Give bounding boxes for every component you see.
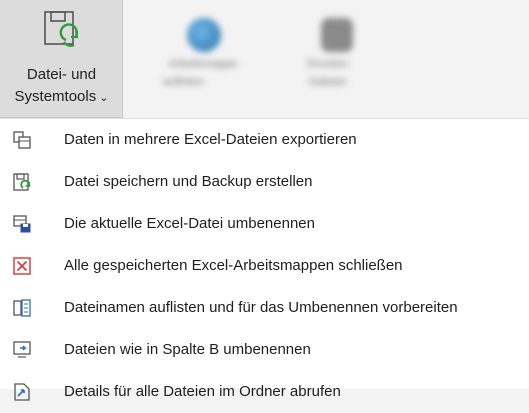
menu-item-label: Die aktuelle Excel-Datei umbenennen	[64, 215, 315, 232]
blurred-label-1b: auflisten	[163, 76, 204, 88]
menu-item-label: Details für alle Dateien im Ordner abruf…	[64, 383, 341, 400]
blurred-label-2a: Drucken	[307, 58, 348, 70]
save-refresh-icon	[44, 11, 79, 47]
print-icon	[321, 18, 353, 52]
menu-item-label: Daten in mehrere Excel-Dateien exportier…	[64, 131, 357, 148]
dropdown-menu: Daten in mehrere Excel-Dateien exportier…	[0, 118, 529, 401]
menu-item-rename-current[interactable]: Die aktuelle Excel-Datei umbenennen	[0, 203, 529, 245]
blurred-label-1a: Arbeitsmappe	[169, 58, 237, 70]
ribbon: Datei- und Systemtools ⌄ Arbeitsmappe auf…	[0, 0, 529, 118]
chevron-down-icon: ⌄	[99, 92, 109, 104]
menu-item-close-all[interactable]: Alle gespeicherten Excel-Arbeitsmappen s…	[0, 245, 529, 287]
blurred-ribbon-button-2[interactable]: Drucken Dateien	[285, 10, 395, 110]
button-label-line1: Datei- und	[26, 66, 97, 83]
rename-column-icon	[13, 341, 31, 358]
file-details-icon	[14, 383, 30, 401]
menu-item-label: Alle gespeicherten Excel-Arbeitsmappen s…	[64, 257, 403, 274]
list-files-icon	[13, 299, 31, 317]
rename-file-icon	[13, 215, 31, 233]
globe-icon	[187, 18, 221, 52]
menu-item-file-details[interactable]: Details für alle Dateien im Ordner abruf…	[0, 371, 529, 413]
close-all-icon	[13, 257, 31, 275]
blurred-label-2b: Dateien	[309, 76, 347, 88]
copy-export-icon	[13, 131, 31, 149]
button-label-line2: Systemtools ⌄	[14, 88, 109, 105]
menu-item-list-filenames[interactable]: Dateinamen auflisten und für das Umbenen…	[0, 287, 529, 329]
menu-item-label: Dateinamen auflisten und für das Umbenen…	[64, 299, 458, 316]
menu-item-rename-by-column[interactable]: Dateien wie in Spalte B umbenennen	[0, 329, 529, 371]
menu-item-export[interactable]: Daten in mehrere Excel-Dateien exportier…	[0, 119, 529, 161]
blurred-ribbon-button-1[interactable]: Arbeitsmappe auflisten	[135, 10, 275, 110]
save-backup-icon	[13, 173, 31, 191]
file-and-system-tools-button[interactable]: Datei- und Systemtools ⌄	[0, 0, 123, 118]
menu-item-save-backup[interactable]: Datei speichern und Backup erstellen	[0, 161, 529, 203]
menu-item-label: Datei speichern und Backup erstellen	[64, 173, 313, 190]
menu-item-label: Dateien wie in Spalte B umbenennen	[64, 341, 311, 358]
